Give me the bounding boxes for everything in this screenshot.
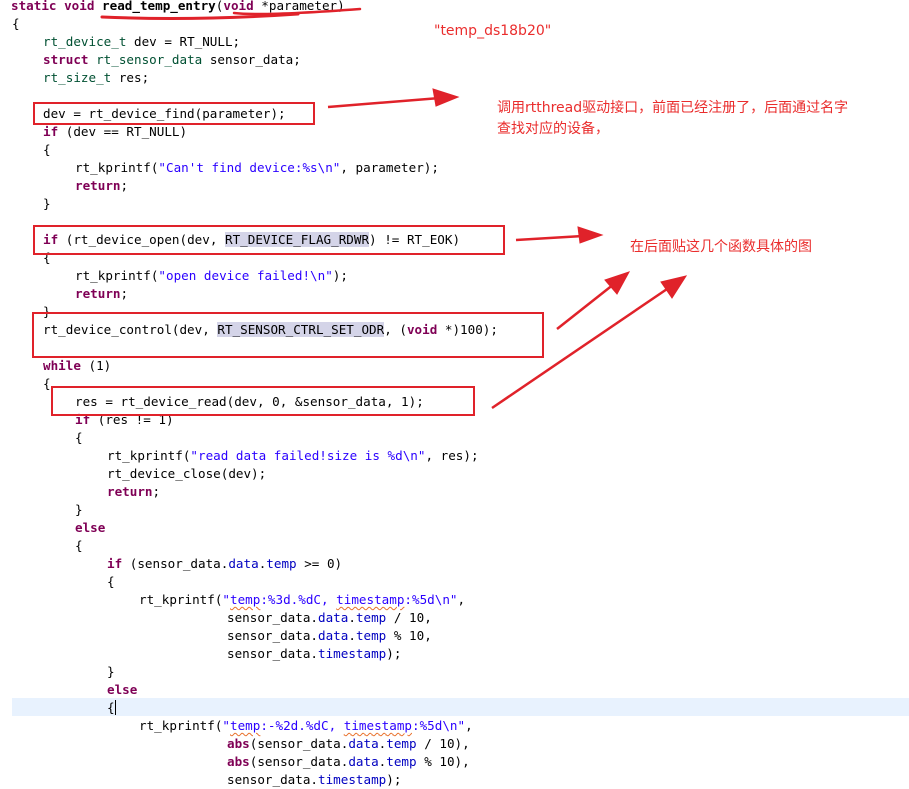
read-arrow-head xyxy=(660,275,688,299)
open-arrow-head xyxy=(577,226,604,244)
find-arrow-line xyxy=(327,96,441,109)
read-arrow-line xyxy=(491,285,671,410)
open-arrow-line xyxy=(515,234,584,242)
find-arrow-head xyxy=(432,88,460,107)
annotation-arrows xyxy=(100,7,688,410)
control-arrow-line xyxy=(556,283,615,330)
signature-underline-stroke-2 xyxy=(232,7,362,16)
control-arrow-head xyxy=(604,271,631,295)
